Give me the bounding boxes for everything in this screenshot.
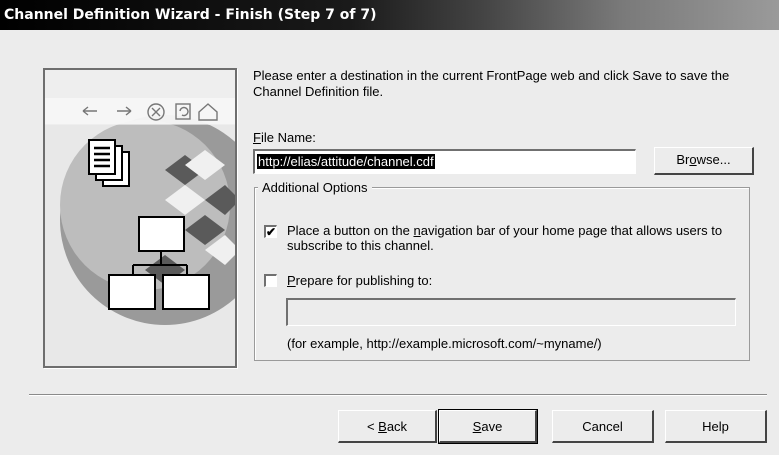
cancel-button[interactable]: Cancel bbox=[552, 410, 654, 443]
document-stack-icon bbox=[88, 139, 130, 187]
publish-location-input[interactable] bbox=[286, 298, 736, 326]
help-button[interactable]: Help bbox=[665, 410, 767, 443]
publish-example-text: (for example, http://example.microsoft.c… bbox=[287, 336, 602, 351]
publish-checkbox[interactable] bbox=[264, 274, 277, 287]
divider bbox=[29, 394, 767, 396]
additional-options-legend: Additional Options bbox=[258, 180, 372, 195]
title-bar[interactable]: Channel Definition Wizard - Finish (Step… bbox=[0, 0, 779, 30]
instructions-text: Please enter a destination in the curren… bbox=[253, 68, 730, 99]
check-mark-icon: ✔ bbox=[266, 225, 277, 239]
back-button[interactable]: < Back bbox=[338, 410, 437, 443]
nav-button-checkbox-label[interactable]: Place a button on the navigation bar of … bbox=[287, 223, 747, 253]
browse-button[interactable]: Browse... bbox=[654, 147, 754, 175]
window-title: Channel Definition Wizard - Finish (Step… bbox=[4, 7, 377, 23]
file-name-label: File Name: bbox=[253, 130, 316, 145]
channel-definition-wizard-dialog: Channel Definition Wizard - Finish (Step… bbox=[0, 0, 779, 455]
publish-checkbox-label[interactable]: Prepare for publishing to: bbox=[287, 273, 432, 288]
save-button[interactable]: Save bbox=[438, 409, 538, 444]
nav-button-checkbox[interactable]: ✔ bbox=[264, 225, 277, 238]
file-name-input[interactable]: http://elias/attitude/channel.cdf bbox=[253, 149, 636, 174]
wizard-illustration bbox=[43, 68, 237, 368]
file-name-value: http://elias/attitude/channel.cdf bbox=[257, 154, 435, 169]
